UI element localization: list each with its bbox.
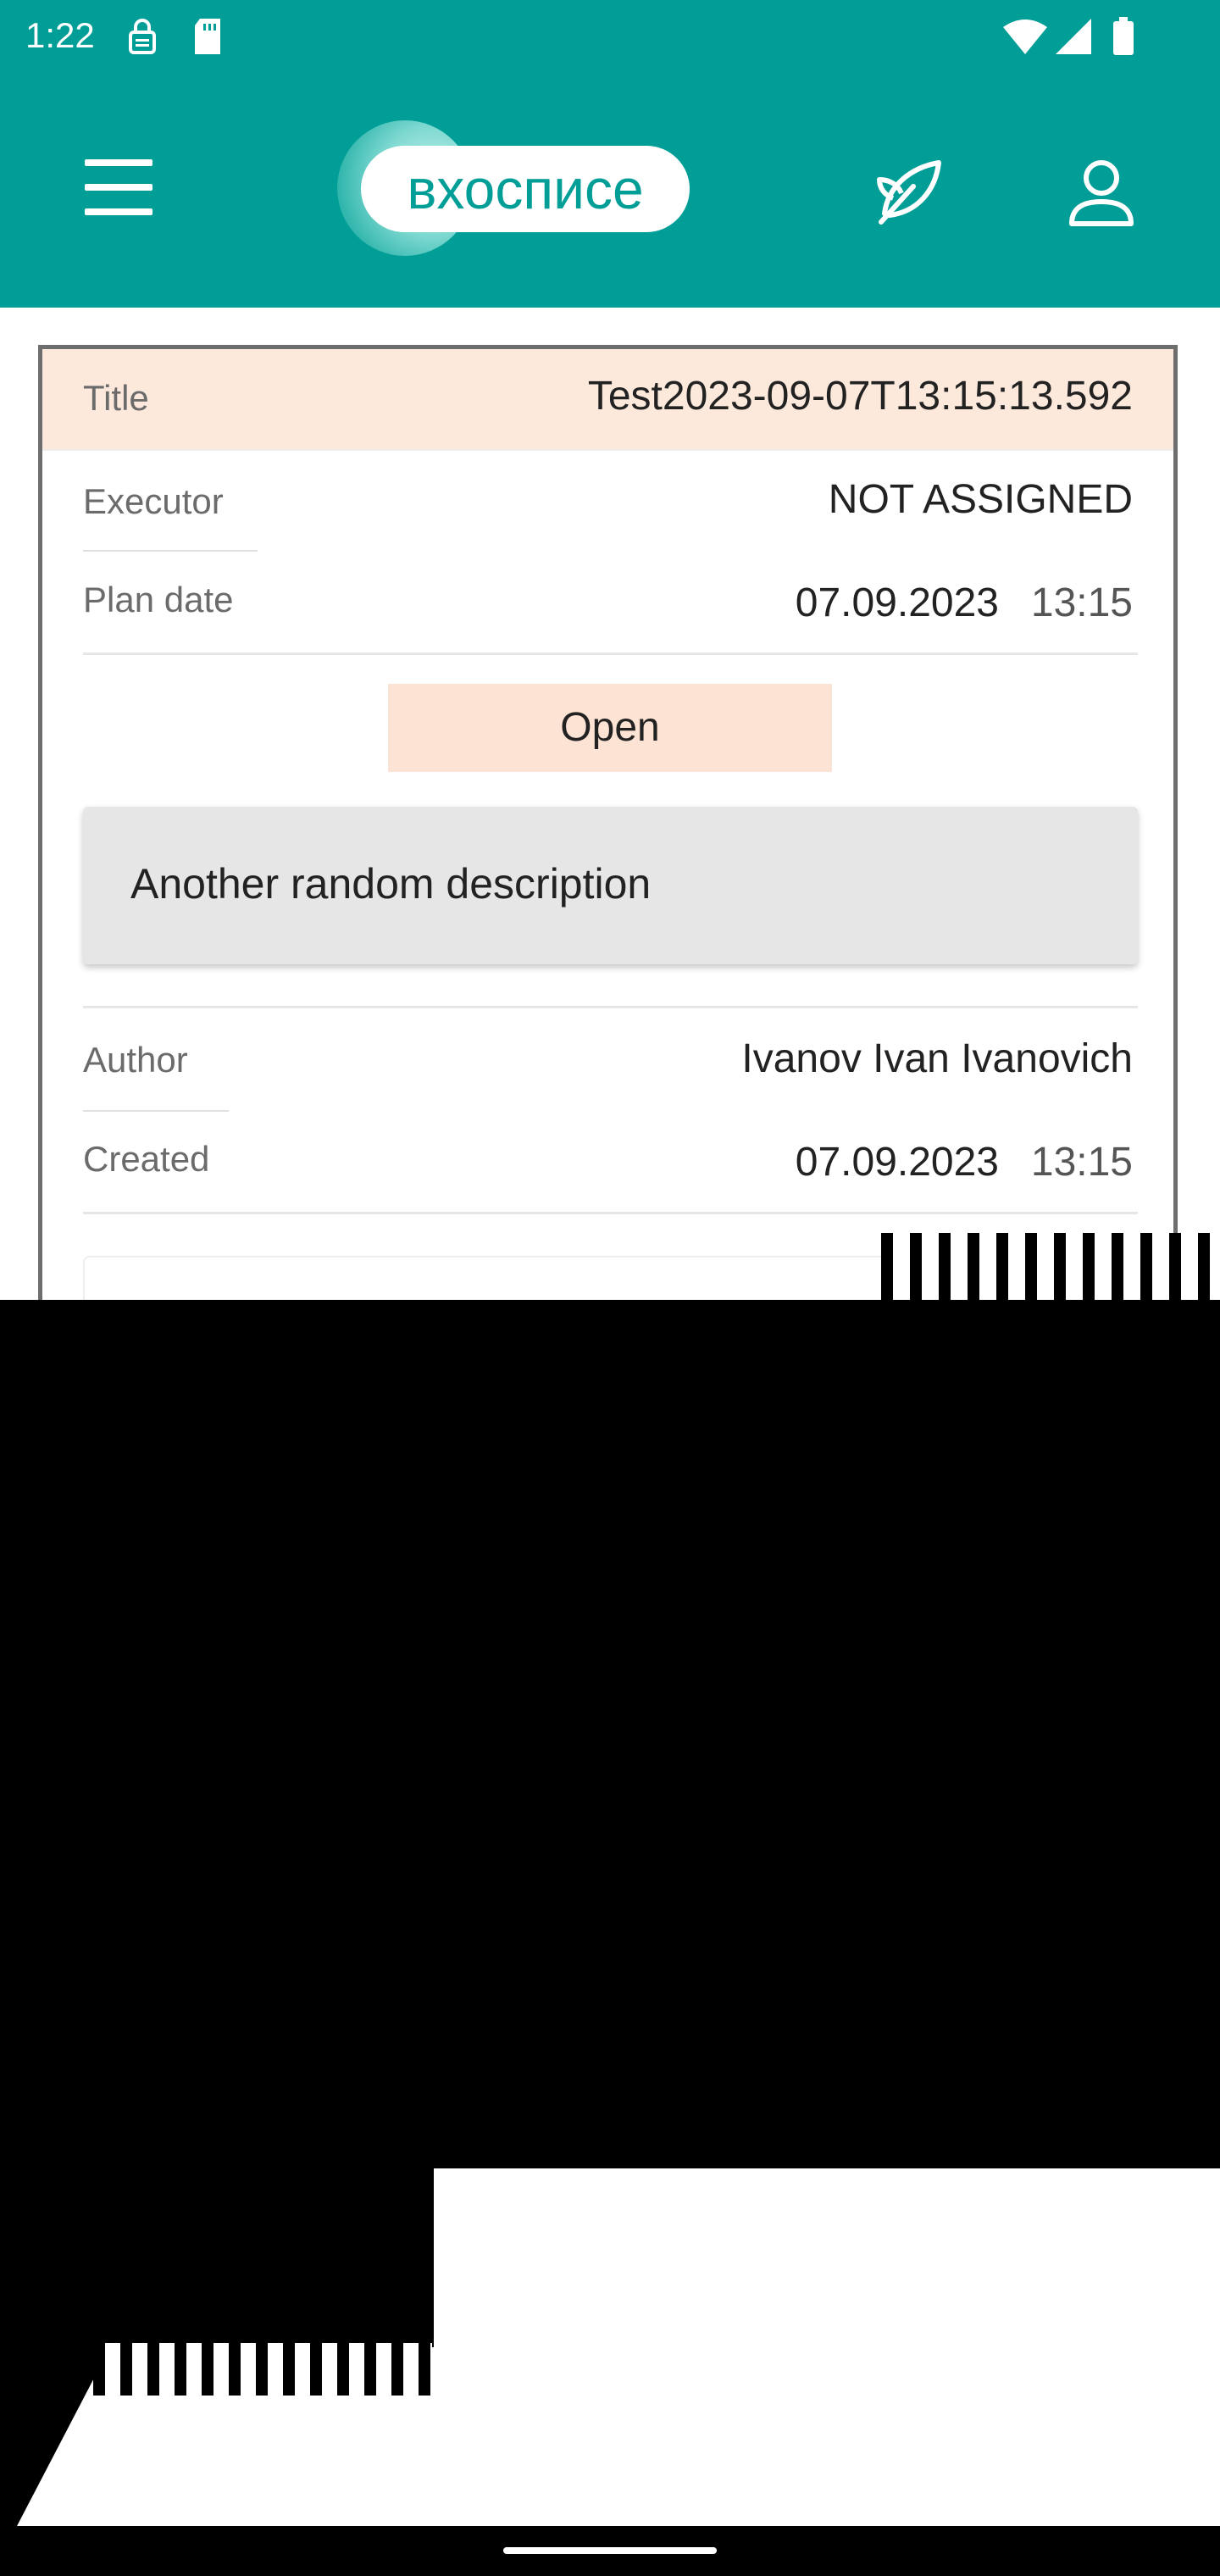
title-row: Title Test2023-09-07T13:15:13.592 xyxy=(42,349,1173,451)
executor-label: Executor xyxy=(83,481,224,521)
description-text: Another random description xyxy=(130,860,652,908)
title-value: Test2023-09-07T13:15:13.592 xyxy=(587,374,1133,419)
signal-icon xyxy=(1054,17,1093,60)
glitch-artifact-bottom xyxy=(93,2343,432,2396)
plan-date-divider xyxy=(83,652,1138,655)
plan-date-value[interactable]: 07.09.2023 xyxy=(796,580,999,626)
author-divider xyxy=(83,1110,229,1112)
leaf-icon[interactable] xyxy=(873,154,949,230)
menu-icon[interactable] xyxy=(85,159,152,215)
glitch-artifact-top xyxy=(881,1233,1220,1301)
glitch-white-block xyxy=(434,2168,1220,2526)
executor-value[interactable]: NOT ASSIGNED xyxy=(829,476,1133,523)
app-logo: вхосписе xyxy=(337,120,693,256)
created-divider xyxy=(83,1212,1138,1214)
created-date-value: 07.09.2023 xyxy=(795,1140,999,1185)
author-value: Ivanov Ivan Ivanovich xyxy=(741,1036,1133,1081)
plan-date-label: Plan date xyxy=(83,580,234,619)
status-badge[interactable]: Open xyxy=(388,684,832,772)
author-label: Author xyxy=(83,1040,188,1080)
created-time-value: 13:15 xyxy=(1030,1140,1133,1185)
title-label: Title xyxy=(83,378,149,418)
sim-lock-icon xyxy=(125,17,159,60)
gesture-handle[interactable] xyxy=(503,2547,717,2554)
status-bar: 1:22 xyxy=(0,0,1220,76)
created-label: Created xyxy=(83,1139,210,1179)
profile-icon[interactable] xyxy=(1063,154,1140,230)
logo-text: вхосписе xyxy=(361,146,690,232)
executor-divider xyxy=(83,550,258,552)
task-card: Title Test2023-09-07T13:15:13.592 Execut… xyxy=(38,345,1178,1362)
description-box[interactable]: Another random description xyxy=(83,807,1138,964)
battery-icon xyxy=(1112,17,1135,60)
sd-card-icon xyxy=(191,17,225,60)
description-divider xyxy=(83,1006,1138,1008)
app-bar: вхосписе xyxy=(0,76,1220,308)
wifi-icon xyxy=(1001,17,1049,60)
plan-time-value[interactable]: 13:15 xyxy=(1031,580,1133,626)
status-time: 1:22 xyxy=(25,15,95,55)
